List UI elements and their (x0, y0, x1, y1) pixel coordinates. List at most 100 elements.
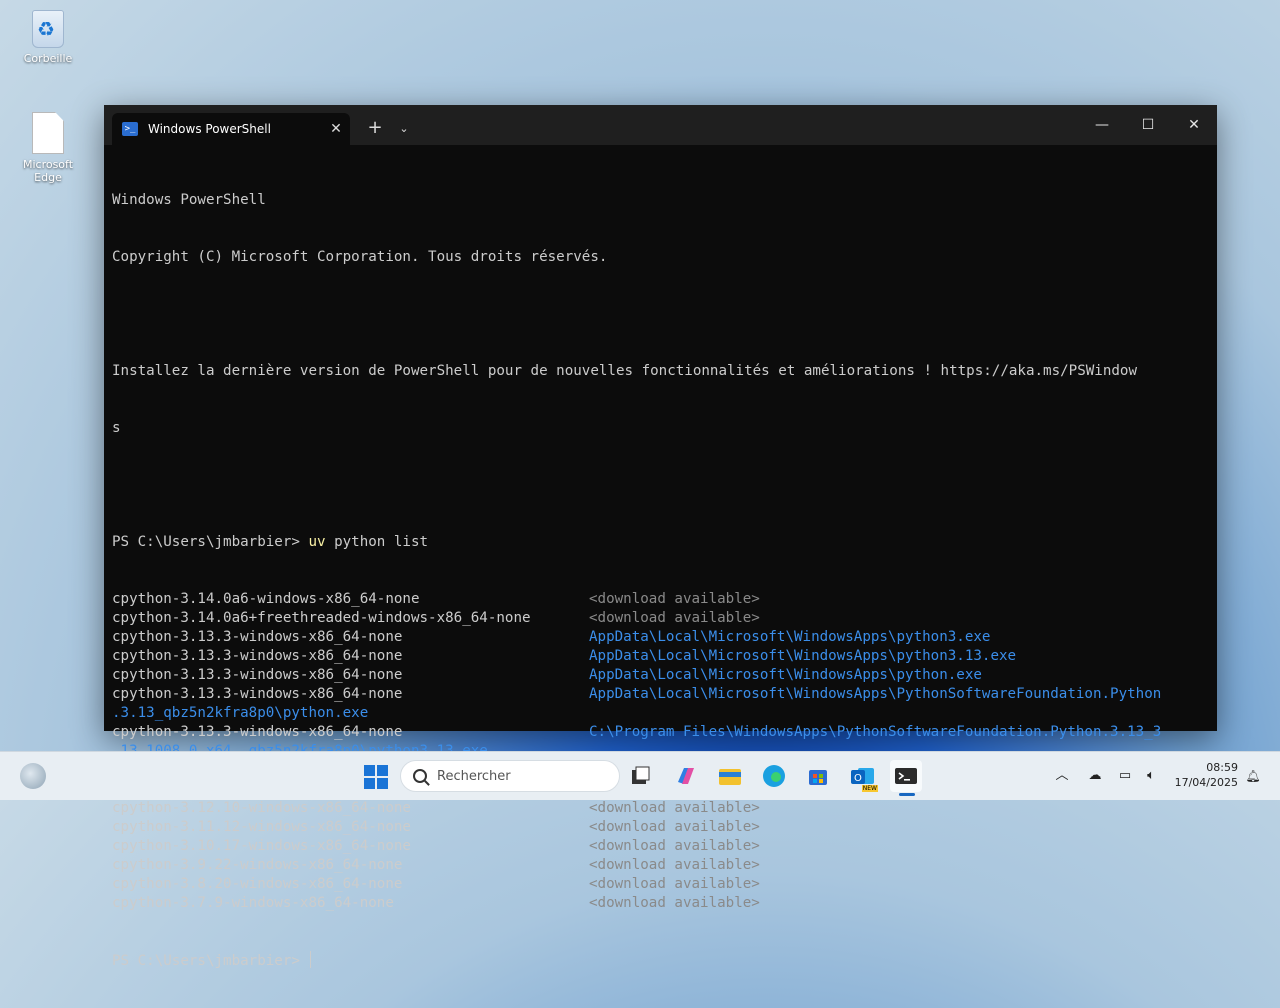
minimize-button[interactable]: — (1079, 105, 1125, 145)
file-icon (32, 112, 64, 154)
windows-logo-icon (364, 765, 388, 789)
python-list-row: cpython-3.14.0a6-windows-x86_64-none <dow… (112, 590, 1207, 609)
python-install-path: C:\Program Files\WindowsApps\PythonSoftw… (589, 724, 1162, 740)
recycle-bin-icon (32, 10, 64, 48)
recycle-bin-label: Corbeille (23, 52, 73, 65)
python-version-name: cpython-3.11.12-windows-x86_64-none (112, 819, 411, 835)
search-box[interactable]: Rechercher (400, 760, 620, 792)
prompt: PS C:\Users\jmbarbier> (112, 534, 309, 550)
clock-date: 17/04/2025 (1174, 776, 1238, 789)
edge-shortcut-label: Microsoft Edge (22, 158, 74, 184)
final-prompt-line: PS C:\Users\jmbarbier> (112, 951, 1207, 970)
python-list-row: cpython-3.13.3-windows-x86_64-none AppDat… (112, 628, 1207, 647)
new-tab-button[interactable]: + (362, 117, 388, 141)
python-install-path: <download available> (589, 895, 760, 911)
chevron-up-icon[interactable]: ︿ (1052, 752, 1072, 800)
python-list-row: cpython-3.14.0a6+freethreaded-windows-x8… (112, 609, 1207, 628)
python-install-path: <download available> (589, 838, 760, 854)
command-args: python list (325, 534, 429, 550)
powershell-window: >_ Windows PowerShell ✕ + ⌄ — ☐ ✕ Window… (104, 105, 1217, 969)
close-window-button[interactable]: ✕ (1171, 105, 1217, 145)
command-keyword: uv (308, 534, 326, 550)
python-list-row: cpython-3.10.17-windows-x86_64-none <down… (112, 837, 1207, 856)
tab-powershell[interactable]: >_ Windows PowerShell ✕ (112, 113, 350, 145)
cloud-offline-icon[interactable]: ☁ (1084, 752, 1106, 800)
python-version-name: cpython-3.9.22-windows-x86_64-none (112, 857, 403, 873)
python-install-path: AppData\Local\Microsoft\WindowsApps\pyth… (589, 667, 982, 683)
folder-icon (719, 769, 741, 785)
powershell-icon: >_ (122, 122, 138, 136)
active-app-indicator (899, 793, 915, 796)
network-icon[interactable]: ▭ (1114, 752, 1136, 800)
python-version-name: cpython-3.13.3-windows-x86_64-none (112, 667, 403, 683)
python-install-path: <download available> (589, 591, 760, 607)
edge-icon (763, 765, 785, 787)
python-list-row: cpython-3.11.12-windows-x86_64-none <down… (112, 818, 1207, 837)
python-version-name: cpython-3.14.0a6+freethreaded-windows-x8… (112, 610, 531, 626)
python-version-name: cpython-3.10.17-windows-x86_64-none (112, 838, 411, 854)
python-list-row: cpython-3.12.10-windows-x86_64-none <down… (112, 799, 1207, 818)
task-view-button[interactable] (624, 760, 656, 792)
text-cursor (310, 951, 312, 968)
python-install-path: <download available> (589, 800, 760, 816)
python-version-name: cpython-3.12.10-windows-x86_64-none (112, 800, 411, 816)
terminal-output[interactable]: Windows PowerShell Copyright (C) Microso… (112, 153, 1207, 969)
copilot-icon (678, 768, 694, 784)
terminal-line: Installez la dernière version de PowerSh… (112, 363, 1137, 379)
python-list-row: cpython-3.9.22-windows-x86_64-none <downl… (112, 856, 1207, 875)
python-list-row: cpython-3.13.3-windows-x86_64-none AppDat… (112, 685, 1207, 704)
search-icon (413, 769, 427, 783)
python-version-name: cpython-3.13.3-windows-x86_64-none (112, 686, 403, 702)
taskbar: Rechercher O NEW ︿ ☁ ▭ 🔈︎ 08:59 17/04/20… (0, 751, 1280, 800)
close-tab-icon[interactable]: ✕ (322, 121, 350, 137)
store-icon (809, 770, 827, 785)
python-install-path: <download available> (589, 857, 760, 873)
python-install-path: AppData\Local\Microsoft\WindowsApps\pyth… (589, 629, 991, 645)
new-badge: NEW (861, 785, 878, 792)
file-explorer-button[interactable] (714, 760, 746, 792)
svg-text:O: O (854, 773, 862, 784)
weather-widget-icon[interactable] (20, 763, 46, 789)
python-install-path: <download available> (589, 819, 760, 835)
search-placeholder: Rechercher (437, 768, 511, 784)
python-install-path: AppData\Local\Microsoft\WindowsApps\pyth… (589, 648, 1017, 664)
task-view-icon (632, 766, 650, 784)
store-button[interactable] (802, 760, 834, 792)
volume-icon[interactable]: 🔈︎ (1140, 752, 1162, 800)
notification-bell-icon[interactable]: 🔔︎ (1244, 752, 1262, 800)
python-version-name: cpython-3.7.9-windows-x86_64-none (112, 895, 394, 911)
recycle-bin-shortcut[interactable]: Corbeille (8, 10, 88, 65)
terminal-taskbar-button[interactable] (890, 760, 922, 792)
python-list-row: cpython-3.13.3-windows-x86_64-none C:\Pro… (112, 723, 1207, 742)
outlook-button[interactable]: O NEW (846, 760, 878, 792)
python-install-path: <download available> (589, 610, 760, 626)
edge-button[interactable] (758, 760, 790, 792)
terminal-line: Windows PowerShell (112, 192, 266, 208)
python-version-name: cpython-3.13.3-windows-x86_64-none (112, 629, 403, 645)
python-version-name: cpython-3.8.20-windows-x86_64-none (112, 876, 403, 892)
python-version-name: cpython-3.14.0a6-windows-x86_64-none (112, 591, 420, 607)
python-install-path: AppData\Local\Microsoft\WindowsApps\Pyth… (589, 686, 1162, 702)
copilot-button[interactable] (670, 760, 702, 792)
prompt: PS C:\Users\jmbarbier> (112, 953, 309, 969)
clock-time: 08:59 (1206, 761, 1238, 774)
command-line: PS C:\Users\jmbarbier> uv python list (112, 533, 1207, 552)
terminal-line: s (112, 420, 121, 436)
python-list-row: cpython-3.8.20-windows-x86_64-none <downl… (112, 875, 1207, 894)
wrapped-path-continuation: .3.13_qbz5n2kfra8p0\python.exe (112, 705, 369, 721)
python-install-path: <download available> (589, 876, 760, 892)
python-list-row: cpython-3.13.3-windows-x86_64-none AppDat… (112, 647, 1207, 666)
clock[interactable]: 08:59 17/04/2025 (1175, 760, 1238, 790)
python-version-name: cpython-3.13.3-windows-x86_64-none (112, 648, 403, 664)
edge-shortcut[interactable]: Microsoft Edge (8, 112, 88, 184)
chevron-down-icon[interactable]: ⌄ (394, 117, 414, 141)
tab-title: Windows PowerShell (148, 122, 271, 136)
maximize-button[interactable]: ☐ (1125, 105, 1171, 145)
python-list-row: cpython-3.7.9-windows-x86_64-none <downlo… (112, 894, 1207, 913)
title-bar[interactable]: >_ Windows PowerShell ✕ + ⌄ — ☐ ✕ (104, 105, 1217, 145)
start-button[interactable] (360, 760, 392, 792)
terminal-icon (895, 768, 917, 784)
python-list-row: cpython-3.13.3-windows-x86_64-none AppDat… (112, 666, 1207, 685)
